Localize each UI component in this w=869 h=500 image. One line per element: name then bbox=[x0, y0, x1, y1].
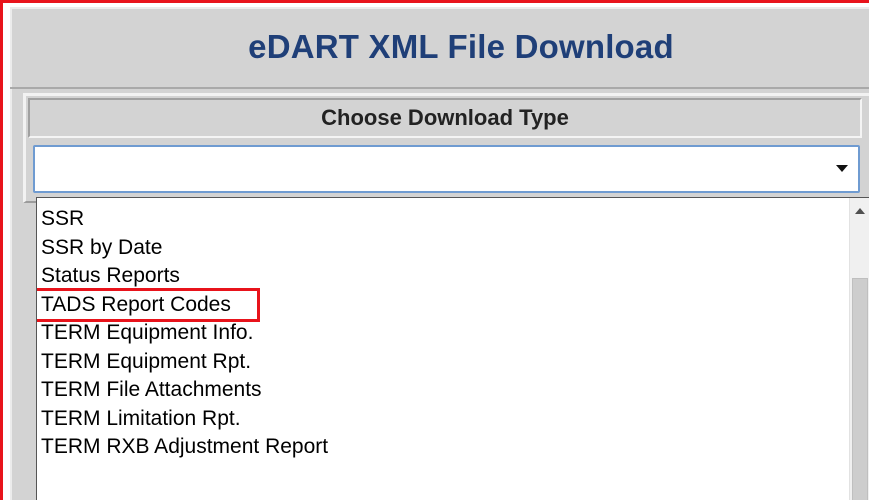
dropdown-option[interactable]: TERM Limitation Rpt. bbox=[37, 405, 849, 434]
option-label: SSR by Date bbox=[41, 235, 163, 259]
page-title: eDART XML File Download bbox=[248, 28, 674, 65]
download-type-label: Choose Download Type bbox=[321, 105, 569, 130]
option-label: SSR bbox=[41, 207, 85, 230]
option-label: TERM File Attachments bbox=[41, 378, 262, 401]
scroll-up-button[interactable] bbox=[850, 198, 869, 222]
dropdown-option[interactable]: TERM RXB Adjustment Report bbox=[37, 433, 849, 462]
highlight-frame: eDART XML File Download Choose Download … bbox=[0, 0, 869, 500]
dropdown-option[interactable]: TERM Equipment Rpt. bbox=[37, 348, 849, 377]
download-type-header: Choose Download Type bbox=[28, 98, 862, 138]
title-bar: eDART XML File Download bbox=[10, 7, 869, 89]
option-label: TERM Equipment Info. bbox=[41, 321, 254, 344]
scrollbar-thumb[interactable] bbox=[852, 278, 868, 500]
vertical-scrollbar[interactable] bbox=[849, 198, 869, 500]
dropdown-option[interactable]: SSR bbox=[37, 205, 849, 234]
option-label: TADS Report Codes bbox=[37, 287, 260, 322]
dropdown-option[interactable]: TERM Equipment Info. bbox=[37, 319, 849, 348]
chevron-down-icon[interactable] bbox=[836, 165, 848, 172]
option-label: TERM Equipment Rpt. bbox=[41, 349, 252, 373]
dropdown-option[interactable]: TERM File Attachments bbox=[37, 376, 849, 405]
option-label: TERM Limitation Rpt. bbox=[41, 406, 241, 430]
download-type-select[interactable] bbox=[33, 145, 860, 193]
dropdown-option[interactable]: SSR by Date bbox=[37, 234, 849, 263]
dropdown-list[interactable]: SSR SSR by Date Status Reports TADS Repo… bbox=[36, 197, 869, 500]
dropdown-options: SSR SSR by Date Status Reports TADS Repo… bbox=[37, 205, 849, 462]
option-label: Status Reports bbox=[41, 264, 180, 287]
option-label: TERM RXB Adjustment Report bbox=[41, 435, 329, 458]
scroll-up-arrow-icon bbox=[855, 208, 865, 214]
dropdown-option[interactable]: Status Reports bbox=[37, 262, 849, 291]
dropdown-option-highlighted[interactable]: TADS Report Codes bbox=[37, 287, 849, 322]
